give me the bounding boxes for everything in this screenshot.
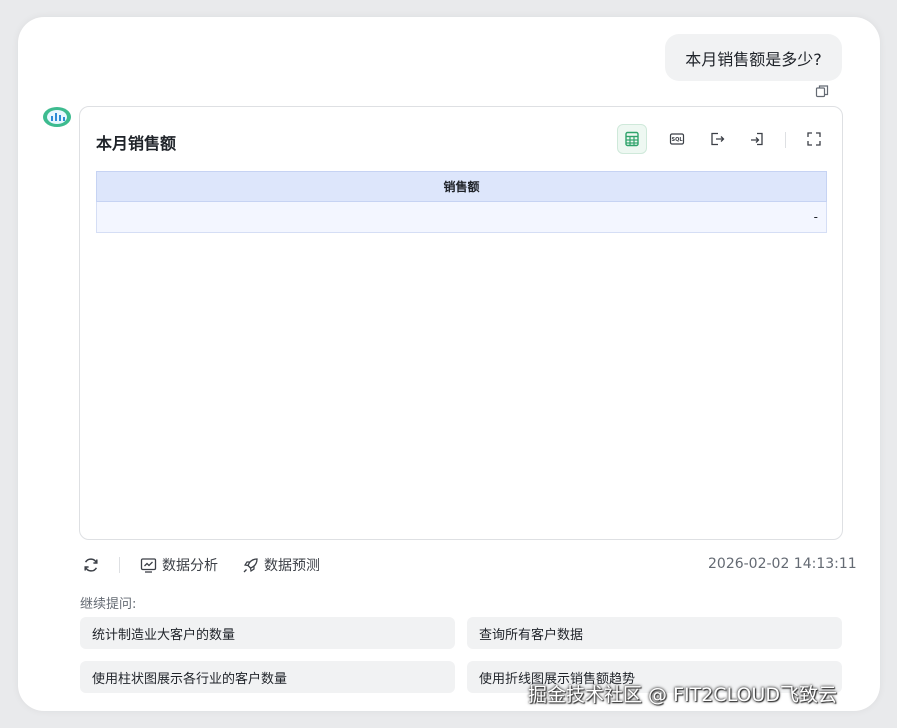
card-title: 本月销售额 [96,134,177,153]
toolbar-divider [785,132,786,148]
data-prediction-label: 数据预测 [264,558,320,574]
fullscreen-button[interactable] [799,124,829,154]
result-card: 本月销售额 SQL 销售额 - [79,106,843,540]
data-analysis-label: 数据分析 [162,558,218,574]
svg-text:SQL: SQL [671,137,683,143]
suggestion-text: 使用柱状图展示各行业的客户数量 [92,671,288,687]
data-prediction-button[interactable]: 数据预测 [242,555,320,575]
sql-icon: SQL [669,133,685,145]
import-icon [751,132,763,146]
follow-up-label: 继续提问: [80,597,137,612]
suggestion-text: 查询所有客户数据 [479,627,584,643]
column-header-sales: 销售额 [443,180,480,194]
table-header-cell: 销售额 [96,171,827,202]
copy-icon[interactable] [815,83,829,98]
table-cell: - [813,210,818,224]
fullscreen-icon [807,132,821,146]
chart-analysis-icon [140,557,157,573]
suggestion-item[interactable]: 使用柱状图展示各行业的客户数量 [80,661,455,693]
data-table: 销售额 - [96,171,827,233]
user-message-text: 本月销售额是多少? [685,49,822,69]
import-button[interactable] [742,124,772,154]
table-icon [625,131,639,147]
rocket-icon [243,557,258,572]
assistant-avatar-icon [42,104,72,130]
message-timestamp: 2026-02-02 14:13:11 [708,556,857,572]
table-view-button[interactable] [617,124,647,154]
refresh-icon[interactable] [82,556,100,574]
sql-button[interactable]: SQL [662,124,692,154]
actions-divider [119,557,120,573]
user-message-bubble: 本月销售额是多少? [665,34,842,81]
export-button[interactable] [702,124,732,154]
watermark-text: 掘金技术社区 @ FIT2CLOUD飞致云 [528,684,837,706]
export-icon [711,132,725,146]
table-row: - [96,202,827,233]
message-actions: 数据分析 数据预测 [82,554,344,576]
data-analysis-button[interactable]: 数据分析 [140,555,218,575]
suggestion-item[interactable]: 统计制造业大客户的数量 [80,617,455,649]
suggestion-text: 统计制造业大客户的数量 [92,627,236,643]
suggestion-item[interactable]: 查询所有客户数据 [467,617,842,649]
